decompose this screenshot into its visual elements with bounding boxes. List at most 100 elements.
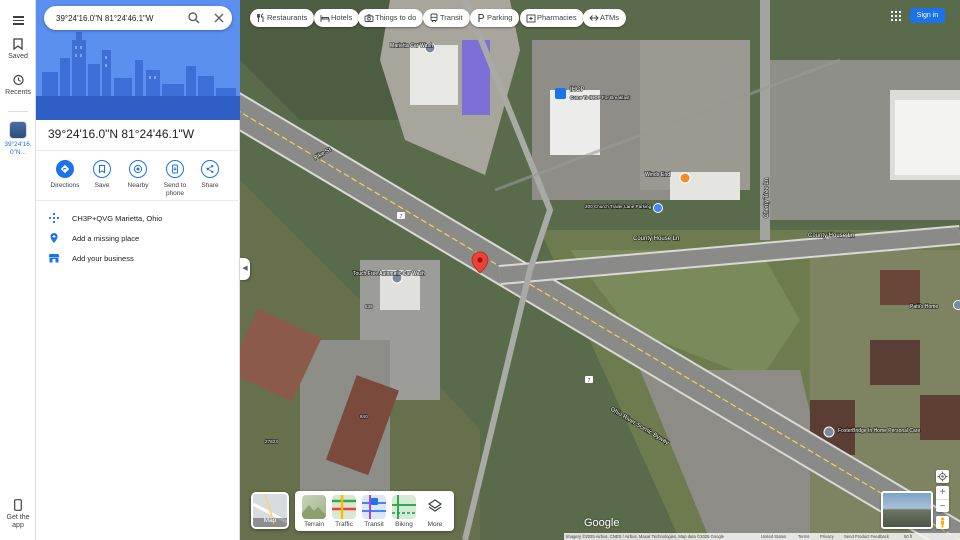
chip-label: Restaurants (267, 13, 308, 22)
traffic-layer-button[interactable]: Traffic (331, 495, 357, 528)
chip-things-to-do[interactable]: Things to do (358, 9, 424, 27)
map-label: 838 (365, 304, 373, 309)
pegman-button[interactable] (936, 516, 949, 529)
sign-in-button[interactable]: Sign in (910, 8, 945, 23)
minus-icon: − (939, 501, 946, 512)
plus-icon: + (939, 487, 946, 498)
directions-label: Directions (50, 182, 80, 189)
search-input[interactable] (56, 11, 176, 25)
bed-icon (320, 15, 330, 22)
chip-label: Parking (487, 13, 513, 22)
winds-end-marker-icon[interactable] (679, 172, 691, 184)
ihop-marker-icon[interactable] (555, 88, 566, 99)
map-label: Cherry Tree Ln (764, 178, 770, 218)
traffic-label: Traffic (335, 521, 353, 528)
directions-icon (60, 164, 70, 174)
bookmark-icon (99, 165, 105, 174)
collapse-panel-button[interactable]: ◀ (240, 258, 250, 280)
chip-transit[interactable]: Transit (423, 9, 470, 27)
plus-code-text: CH3P+QVG Marietta, Ohio (72, 214, 163, 223)
terrain-label: Terrain (304, 521, 324, 528)
layers-icon (427, 499, 443, 512)
pegman-icon (941, 517, 944, 528)
chip-parking[interactable]: Parking (470, 9, 520, 27)
fosterbridge-marker-icon[interactable] (823, 426, 835, 438)
parking-marker-icon[interactable] (653, 203, 663, 213)
send-to-phone-button[interactable]: Send to phone (157, 160, 193, 198)
biking-layer-button[interactable]: Biking (391, 495, 417, 528)
menu-button[interactable] (0, 10, 36, 27)
chip-label: ATMs (600, 13, 620, 22)
map-label: County House Ln (633, 236, 679, 242)
chevron-left-icon: ◀ (242, 265, 248, 272)
terrain-icon (302, 505, 326, 519)
privacy-link[interactable]: Privacy (820, 533, 834, 540)
saved-button[interactable]: Saved (0, 38, 36, 60)
share-button[interactable]: Share (192, 160, 228, 190)
biking-label: Biking (395, 521, 413, 528)
map-canvas[interactable]: 7 7 Marietta Car Wash IHOP Come To IHOP … (240, 0, 960, 540)
recents-button[interactable]: Recents (0, 74, 36, 96)
search-box[interactable] (44, 6, 232, 30)
feedback-link[interactable]: Send Product Feedback (844, 533, 889, 540)
divider (36, 200, 240, 201)
map-label: IHOP (570, 87, 585, 93)
my-location-icon (937, 471, 948, 482)
directions-button[interactable]: Directions (47, 160, 83, 190)
nearby-icon (133, 164, 143, 174)
nearby-button[interactable]: Nearby (120, 160, 156, 190)
saved-label: Saved (8, 53, 28, 60)
map-label: Marietta Car Wash (390, 43, 433, 49)
my-location-button[interactable] (936, 470, 949, 483)
recents-label: Recents (5, 89, 31, 96)
plus-code-icon (48, 212, 60, 224)
plus-code-row[interactable]: CH3P+QVG Marietta, Ohio (36, 209, 240, 229)
route-number: 7 (400, 214, 403, 220)
parking-icon (478, 13, 485, 22)
close-icon[interactable] (212, 11, 226, 25)
atm-icon (589, 15, 599, 21)
attribution-bar: Imagery ©2025 Airbus, CNES / Airbus, Max… (564, 533, 960, 540)
place-panel: 39°24'16.0"N 81°24'46.1"W Directions Sav… (36, 0, 240, 540)
add-business-row[interactable]: Add your business (36, 249, 240, 269)
chip-pharmacies[interactable]: Pharmacies (520, 9, 584, 27)
terms-link[interactable]: Terms (798, 533, 809, 540)
hamburger-icon (0, 10, 36, 25)
pattis-marker-icon[interactable] (953, 300, 960, 310)
map-label: Touch Free Automatic Car Wash (353, 271, 425, 277)
transit-icon (362, 495, 386, 519)
region-link[interactable]: United States (761, 533, 786, 540)
street-view-preview[interactable] (881, 491, 933, 529)
map-layer-label: Map (263, 517, 277, 524)
recent-place-button[interactable]: 39°24'16.0"N... (0, 121, 36, 157)
chip-hotels[interactable]: Hotels (314, 9, 360, 27)
share-icon (206, 165, 214, 173)
recent-place-label: 39°24'16.0"N... (4, 141, 32, 156)
save-button[interactable]: Save (84, 160, 120, 190)
layers-panel: Terrain Traffic Transit Biking More (295, 491, 454, 531)
map-layer-toggle[interactable]: Map (251, 492, 289, 529)
chip-atms[interactable]: ATMs (583, 9, 627, 27)
apps-grid-icon[interactable] (890, 10, 902, 22)
get-app-button[interactable]: Get the app (0, 499, 36, 530)
send-to-phone-icon (172, 164, 178, 174)
zoom-in-button[interactable]: + (936, 486, 949, 499)
send-to-phone-label: Send to phone (163, 182, 187, 197)
more-layers-button[interactable]: More (422, 495, 448, 528)
chip-label: Pharmacies (537, 13, 577, 22)
scale-label[interactable]: 50 ft (904, 533, 912, 540)
imagery-attribution: Imagery ©2025 Airbus, CNES / Airbus, Max… (566, 534, 725, 539)
map-label: Winds End (645, 172, 670, 178)
chip-restaurants[interactable]: Restaurants (250, 9, 315, 27)
satellite-map[interactable]: 7 7 Marietta Car Wash IHOP Come To IHOP … (240, 0, 960, 540)
map-label: Come To IHOP For Breakfast (570, 95, 630, 100)
add-missing-place-row[interactable]: Add a missing place (36, 229, 240, 249)
google-logo: Google (584, 517, 620, 529)
add-missing-place-text: Add a missing place (72, 234, 140, 243)
map-label: Patti's Home (910, 304, 938, 310)
bike-icon (392, 495, 416, 519)
transit-layer-button[interactable]: Transit (361, 495, 387, 528)
zoom-out-button[interactable]: − (936, 499, 949, 512)
search-icon[interactable] (187, 11, 201, 25)
terrain-layer-button[interactable]: Terrain (301, 495, 327, 528)
